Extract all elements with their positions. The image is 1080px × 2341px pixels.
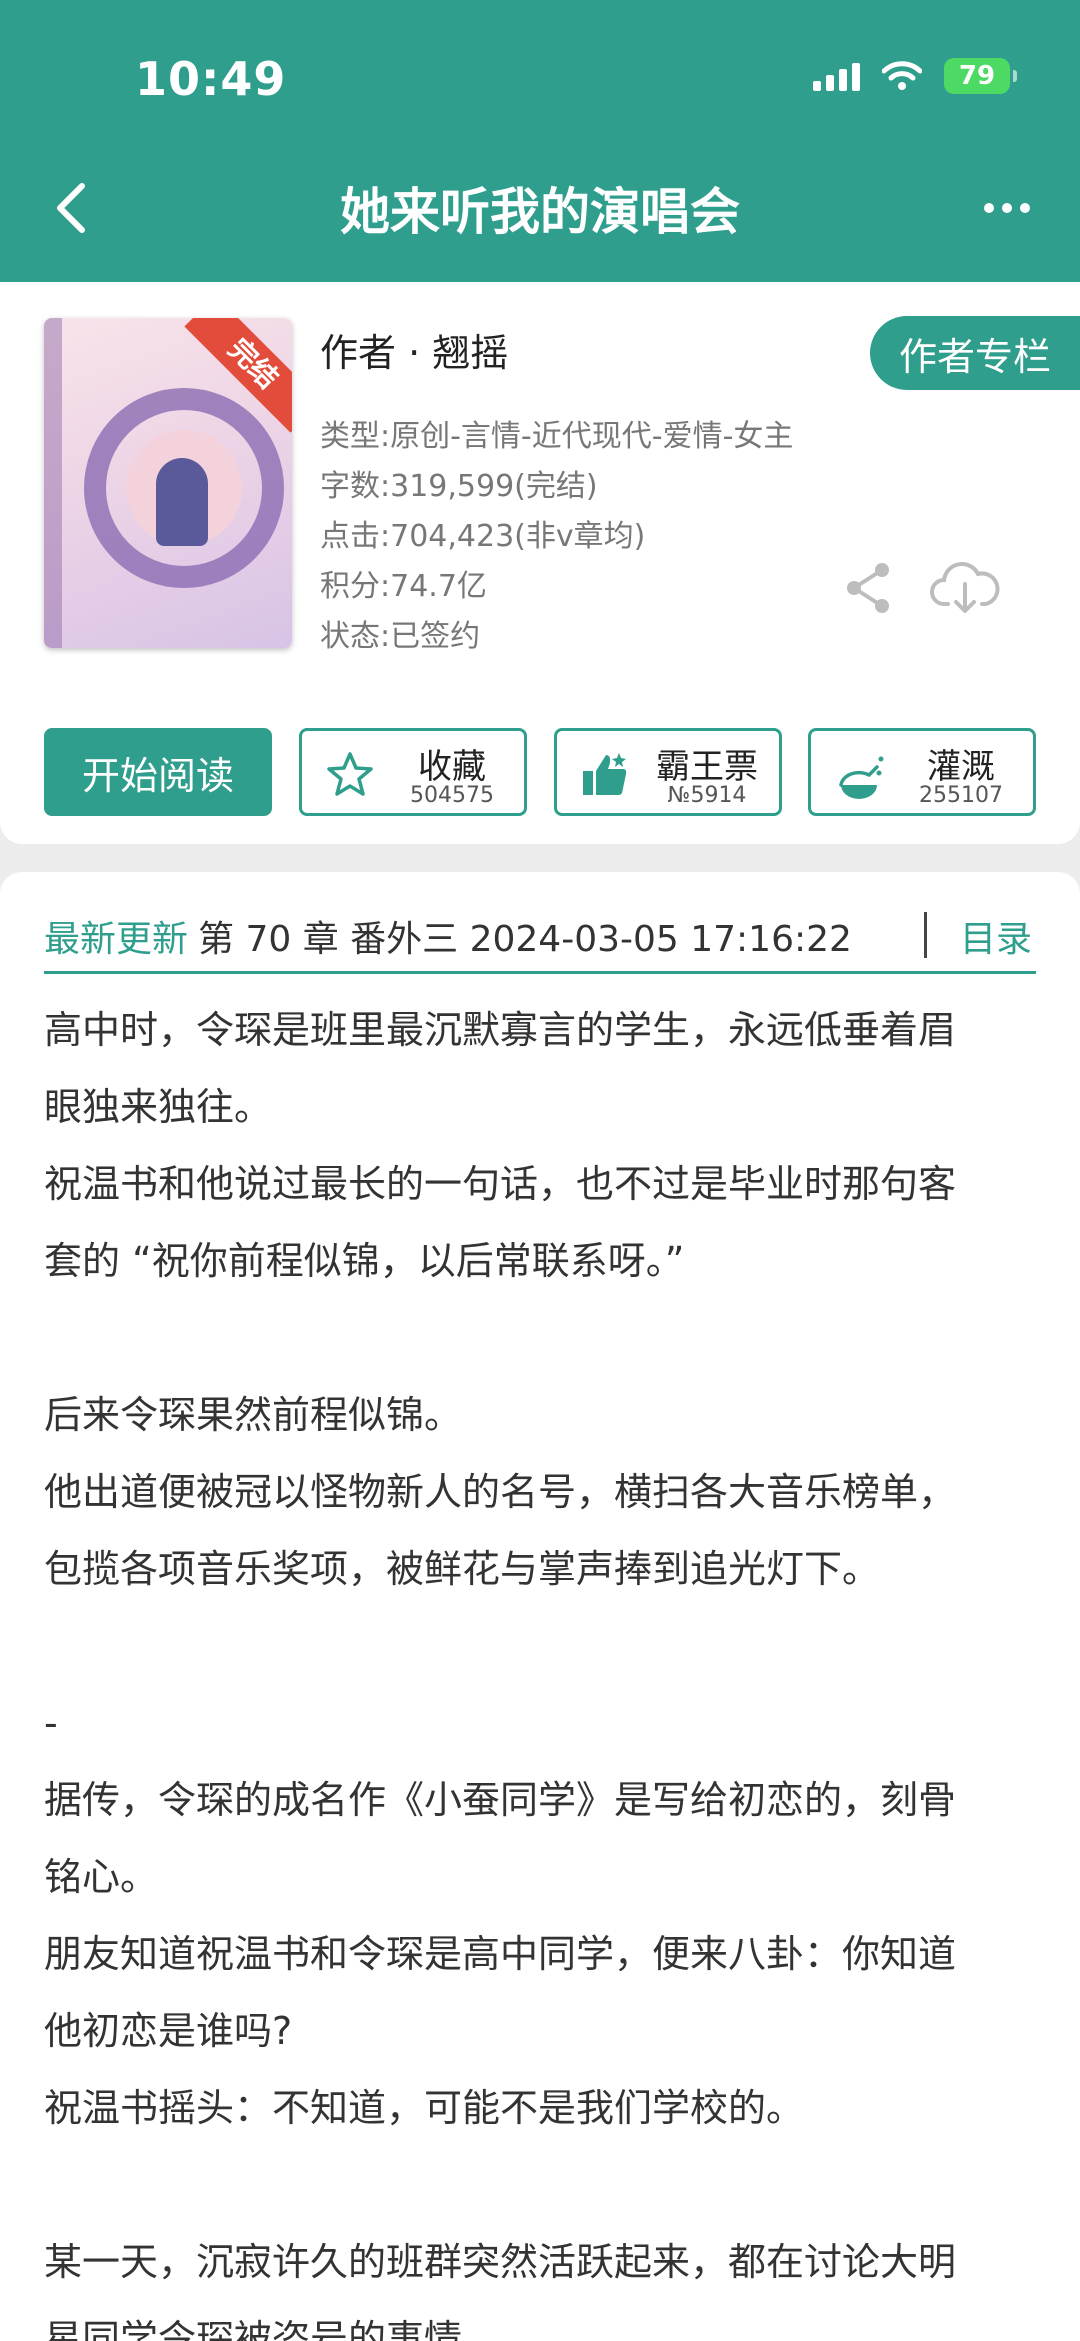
- book-cover-image[interactable]: 完结: [44, 318, 292, 648]
- water-button[interactable]: 灌溉 255107: [808, 728, 1036, 816]
- download-cloud-icon[interactable]: [930, 560, 1000, 616]
- water-label: 灌溉: [927, 747, 995, 787]
- cellular-signal-icon: [813, 61, 860, 91]
- battery-indicator: 79: [944, 58, 1017, 94]
- favorite-count: 504575: [410, 783, 494, 808]
- vote-button[interactable]: 霸王票 №5914: [554, 728, 782, 816]
- synopsis-text: 高中时，令琛是班里最沉默寡言的学生，永远低垂着眉 眼独来独往。 祝温书和他说过最…: [44, 992, 1044, 2341]
- watering-flask-icon: [839, 756, 884, 799]
- battery-level: 79: [958, 61, 996, 91]
- text-line: [44, 1608, 1044, 1685]
- app-header: 10:49 79 她来听我的演唱会: [0, 0, 1080, 282]
- text-line: 眼独来独往。: [44, 1085, 273, 1129]
- latest-update-label: 最新更新: [44, 919, 189, 960]
- meta-word-count: 字数:319,599(完结): [320, 469, 598, 504]
- text-line: 某一天，沉寂许久的班群突然活跃起来，都在讨论大明: [44, 2240, 957, 2284]
- status-time: 10:49: [135, 52, 287, 106]
- author-column-button[interactable]: 作者专栏: [870, 316, 1080, 390]
- water-count: 255107: [919, 783, 1003, 808]
- text-line: 星同学令琛被盗号的事情: [44, 2317, 463, 2341]
- author-name[interactable]: 作者 · 翘摇: [320, 322, 508, 377]
- vote-rank: №5914: [667, 783, 747, 808]
- text-line: 他初恋是谁吗?: [44, 2009, 293, 2053]
- text-line: 朋友知道祝温书和令琛是高中同学，便来八卦：你知道: [44, 1932, 957, 1976]
- chapter-preview-card: 最新更新 第 70 章 番外三 2024-03-05 17:16:22 目录 高…: [0, 872, 1080, 2341]
- meta-score: 积分:74.7亿: [320, 569, 487, 604]
- star-icon: [327, 752, 373, 796]
- meta-clicks: 点击:704,423(非v章均): [320, 519, 646, 554]
- page-title: 她来听我的演唱会: [340, 183, 740, 241]
- vote-label: 霸王票: [656, 747, 758, 787]
- text-line: 高中时，令琛是班里最沉默寡言的学生，永远低垂着眉: [44, 1008, 957, 1052]
- book-info-card: 完结 作者 · 翘摇 作者专栏 类型:原创-言情-近代现代-爱情-女主 字数:3…: [0, 282, 1080, 844]
- text-line: -: [44, 1701, 58, 1745]
- wifi-icon: [882, 61, 922, 90]
- text-line: 据传，令琛的成名作《小蚕同学》是写给初恋的，刻骨: [44, 1778, 957, 1822]
- text-line: 他出道便被冠以怪物新人的名号，横扫各大音乐榜单，: [44, 1470, 957, 1514]
- favorite-label: 收藏: [418, 747, 486, 787]
- table-of-contents-link[interactable]: 目录: [960, 910, 1032, 962]
- book-meta-list: 类型:原创-言情-近代现代-爱情-女主 字数:319,599(完结) 点击:70…: [320, 412, 793, 662]
- status-icons: 79: [813, 58, 1017, 94]
- favorite-button[interactable]: 收藏 504575: [299, 728, 527, 816]
- text-line: 套的 “祝你前程似锦，以后常联系呀。”: [44, 1239, 685, 1283]
- text-line: 后来令琛果然前程似锦。: [44, 1393, 463, 1437]
- divider: [924, 912, 927, 958]
- start-reading-button[interactable]: 开始阅读: [44, 728, 272, 816]
- text-line: 铭心。: [44, 1855, 159, 1899]
- meta-status: 状态:已签约: [320, 619, 481, 654]
- thumbs-up-icon: [583, 753, 627, 795]
- text-line: [44, 2147, 1044, 2224]
- text-line: 包揽各项音乐奖项，被鲜花与掌声捧到追光灯下。: [44, 1547, 881, 1591]
- latest-update-bar[interactable]: 最新更新 第 70 章 番外三 2024-03-05 17:16:22 目录: [44, 892, 1036, 974]
- text-line: 祝温书和他说过最长的一句话，也不过是毕业时那句客: [44, 1162, 957, 1206]
- share-icon[interactable]: [842, 560, 898, 616]
- action-buttons: 开始阅读 收藏 504575 霸王票 №5914 灌溉 255107: [44, 728, 1036, 816]
- text-line: 祝温书摇头：不知道，可能不是我们学校的。: [44, 2086, 805, 2130]
- more-options-icon[interactable]: [972, 188, 1042, 228]
- text-line: [44, 1300, 1044, 1377]
- latest-chapter-info[interactable]: 第 70 章 番外三 2024-03-05 17:16:22: [198, 910, 852, 962]
- meta-genre: 类型:原创-言情-近代现代-爱情-女主: [320, 419, 794, 454]
